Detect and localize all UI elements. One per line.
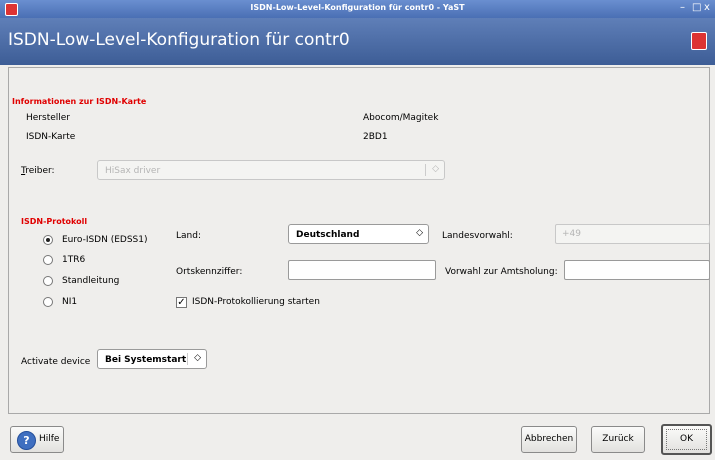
radio-ni1[interactable]	[43, 297, 53, 307]
activate-value: Bei Systemstart	[105, 355, 187, 365]
card-info-heading: Informationen zur ISDN-Karte	[12, 97, 147, 106]
driver-separator	[425, 164, 426, 176]
back-button[interactable]: Zurück	[591, 426, 645, 453]
activate-separator	[187, 353, 188, 365]
driver-value: HiSax driver	[105, 166, 161, 176]
protocol-heading: ISDN-Protokoll	[21, 217, 88, 226]
updown-arrow-icon: ◇	[194, 353, 201, 363]
country-select[interactable]: Deutschland ◇	[288, 224, 429, 244]
help-button[interactable]: ? Hilfe	[10, 426, 64, 453]
manufacturer-label: Hersteller	[26, 113, 70, 123]
cancel-button[interactable]: Abbrechen	[521, 426, 577, 453]
activate-label: Activate device	[21, 357, 91, 367]
area-code-field[interactable]: +49	[555, 224, 710, 244]
driver-select[interactable]: HiSax driver ◇	[97, 160, 445, 180]
radio-standleitung[interactable]	[43, 276, 53, 286]
help-icon: ?	[17, 431, 36, 450]
close-button[interactable]: x	[704, 2, 710, 13]
page-title: ISDN-Low-Level-Konfiguration für contr0	[8, 30, 350, 50]
radio-ni1-label[interactable]: NI1	[62, 297, 77, 307]
area-code-label: Landesvorwahl:	[442, 231, 513, 241]
radio-euro-isdn[interactable]	[43, 235, 53, 245]
updown-arrow-icon: ◇	[416, 228, 423, 238]
outside-line-label: Vorwahl zur Amtsholung:	[445, 267, 558, 277]
activate-select[interactable]: Bei Systemstart ◇	[97, 349, 207, 369]
logging-label[interactable]: ISDN-Protokollierung starten	[192, 297, 320, 307]
country-value: Deutschland	[296, 230, 360, 240]
country-label: Land:	[176, 231, 201, 241]
focus-ring	[666, 429, 707, 450]
radio-1tr6-label[interactable]: 1TR6	[62, 255, 85, 265]
local-code-field[interactable]	[288, 260, 436, 280]
card-label: ISDN-Karte	[26, 132, 76, 142]
logging-checkbox[interactable]: ✓	[176, 297, 187, 308]
main-panel: Informationen zur ISDN-Karte Hersteller …	[8, 67, 710, 414]
area-code-value: +49	[562, 229, 581, 239]
maximize-button[interactable]: □	[692, 2, 701, 13]
window-titlebar: ISDN-Low-Level-Konfiguration für contr0 …	[0, 0, 715, 18]
minimize-button[interactable]: –	[680, 2, 685, 13]
driver-label: Treiber:	[21, 166, 55, 176]
button-bar: ? Hilfe Abbrechen Zurück OK	[0, 414, 715, 460]
help-label: Hilfe	[39, 434, 60, 444]
radio-1tr6[interactable]	[43, 255, 53, 265]
ok-button[interactable]: OK	[661, 424, 712, 455]
radio-standleitung-label[interactable]: Standleitung	[62, 276, 119, 286]
card-value: 2BD1	[363, 132, 388, 142]
window-title: ISDN-Low-Level-Konfiguration für contr0 …	[250, 3, 465, 12]
updown-arrow-icon: ◇	[432, 164, 439, 174]
yast-logo-icon	[691, 32, 707, 50]
page-header: ISDN-Low-Level-Konfiguration für contr0	[0, 18, 715, 65]
local-code-label: Ortskennziffer:	[176, 267, 243, 277]
radio-euro-isdn-label[interactable]: Euro-ISDN (EDSS1)	[62, 235, 148, 245]
outside-line-field[interactable]	[564, 260, 710, 280]
manufacturer-value: Abocom/Magitek	[363, 113, 439, 123]
